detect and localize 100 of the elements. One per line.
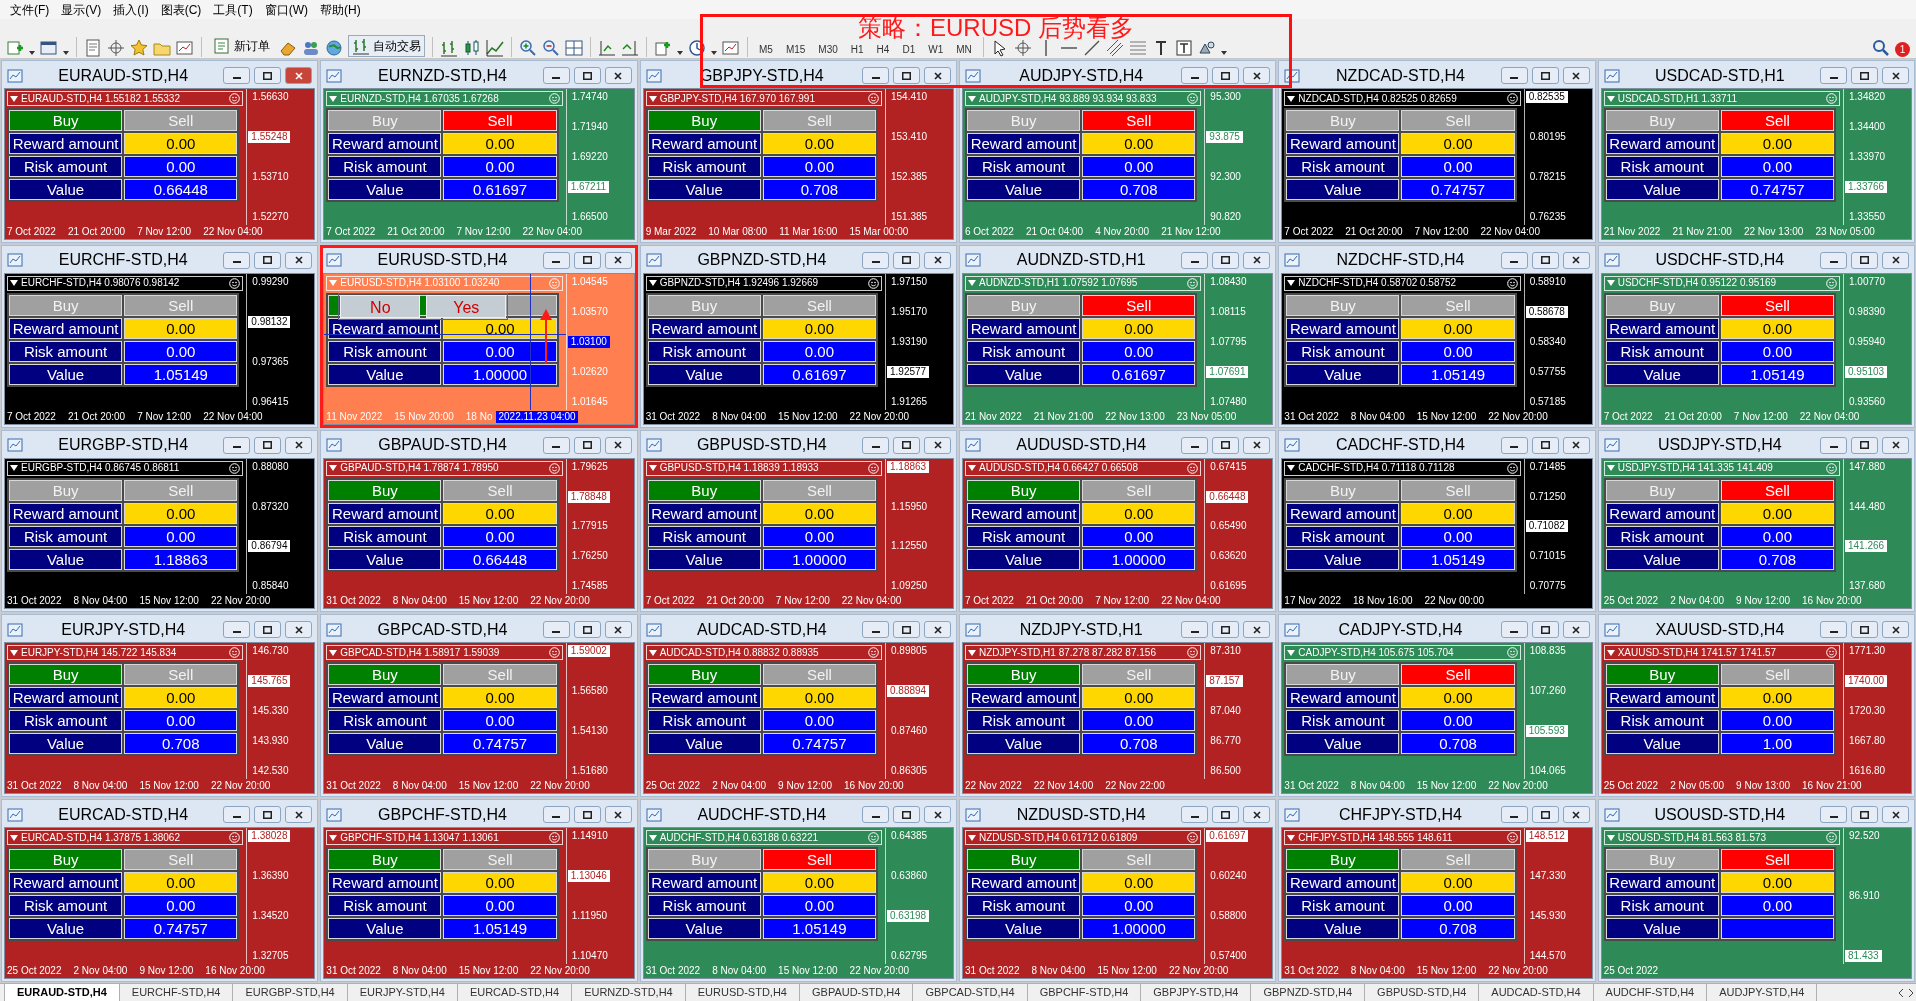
date-label: 18 Nov 16:00 (1353, 595, 1413, 608)
symbol-quote: EURAUD-STD,H4 1.55182 1.55332 (21, 92, 180, 105)
symbol-quote: XAUUSD-STD,H4 1741.57 1741.57 (1617, 646, 1777, 659)
field-label: Risk amount (647, 895, 761, 917)
symbol-quote: NZDCHF-STD,H4 0.58702 0.58752 (1298, 277, 1457, 290)
price-label: 1.56580 (570, 685, 609, 698)
field-label: Risk amount (1286, 895, 1400, 917)
window-title: EURUSD-STD,H4 (376, 250, 509, 271)
price-label: 1616.80 (1848, 765, 1887, 778)
date-label: 22 Nov 20:00 (1488, 410, 1548, 423)
price-label: 0.98390 (1848, 305, 1887, 318)
window-title: EURJPY-STD,H4 (60, 619, 187, 640)
field-label: Risk amount (1286, 340, 1400, 362)
date-label: 22 Nov 2022 (965, 780, 1022, 793)
price-label: 1.07480 (1209, 395, 1248, 408)
field-label: Reward amount (967, 317, 1081, 339)
date-label: 7 Oct 2022 (7, 410, 56, 423)
field-label: Value (1286, 918, 1400, 940)
field-label: Value (1605, 179, 1719, 200)
field-label: Reward amount (9, 317, 123, 339)
price-label: 0.57400 (1209, 950, 1248, 962)
field-label: Value (1605, 733, 1719, 755)
price-label: 0.87320 (251, 500, 290, 513)
symbol-quote: USDCHF-STD,H4 0.95122 0.95169 (1617, 277, 1777, 290)
date-label: 7 Nov 12:00 (137, 410, 192, 423)
date-label: 21 Nov 2022 (1603, 225, 1661, 238)
price-label: 154.410 (890, 91, 929, 103)
price-label: 1.02620 (570, 365, 609, 378)
date-label: 22 Nov 14:00 (1033, 780, 1094, 793)
field-label: Value (1286, 548, 1400, 570)
price-label: 1.15950 (890, 500, 929, 513)
field-label: Reward amount (967, 687, 1081, 709)
window-title: AUDNZD-STD,H1 (1015, 250, 1147, 271)
date-label: 21 Nov 21:00 (1672, 225, 1732, 238)
date-label: 9 Nov 12:00 (778, 780, 832, 793)
price-label: 1.71940 (570, 120, 609, 133)
price-label: 1.97150 (890, 275, 929, 288)
date-label: 7 Nov 12:00 (137, 225, 192, 238)
date-label: 2 Nov 04:00 (73, 965, 128, 977)
current-price-tag: 87.157 (1206, 675, 1243, 688)
date-label: 22 Nov 04:00 (841, 595, 902, 608)
price-label: 0.80195 (1528, 130, 1567, 143)
date-label: 7 Oct 2022 (1603, 410, 1653, 423)
current-price-tag: 1.55248 (248, 130, 291, 143)
date-label: 21 Oct 20:00 (1025, 595, 1084, 608)
price-label: 1.56630 (251, 91, 290, 103)
field-label: Reward amount (967, 872, 1081, 894)
current-price-tag: 1740.00 (1845, 675, 1888, 688)
price-label: 108.835 (1528, 645, 1567, 658)
date-label: 22 Nov 04:00 (1799, 410, 1860, 423)
date-label: 15 Nov 20:00 (394, 410, 454, 423)
price-label: 1667.80 (1848, 735, 1887, 748)
price-label: 1.34400 (1848, 120, 1887, 133)
field-label: Reward amount (1605, 872, 1719, 894)
symbol-quote: GBPNZD-STD,H4 1.92496 1.92669 (659, 277, 819, 290)
date-label: 7 Nov 12:00 (456, 225, 511, 238)
date-label: 22 Nov 20:00 (849, 410, 910, 423)
date-label: 22 Nov 13:00 (1743, 225, 1804, 238)
price-label: 1.76250 (570, 550, 609, 563)
symbol-quote: EURGBP-STD,H4 0.86745 0.86811 (21, 462, 180, 475)
field-label: Risk amount (647, 710, 761, 732)
date-label: 16 Nov 20:00 (1802, 595, 1862, 608)
field-label: Value (647, 548, 761, 570)
price-label: 0.65490 (1209, 520, 1248, 533)
price-label: 142.530 (251, 765, 290, 778)
price-label: 1.74585 (570, 580, 609, 593)
date-label: 15 Nov 12:00 (1416, 965, 1477, 977)
price-label: 0.71015 (1528, 550, 1567, 563)
window-title: GBPAUD-STD,H4 (377, 435, 508, 456)
current-price-tag: 1.13046 (567, 870, 610, 883)
date-label: 15 Nov 12:00 (458, 780, 519, 793)
date-label: 22 Nov 04:00 (203, 410, 263, 423)
field-label: Risk amount (1286, 710, 1400, 732)
date-label: 21 Oct 20:00 (1664, 410, 1722, 423)
date-label: 7 Oct 2022 (326, 225, 376, 238)
field-label: Risk amount (647, 340, 761, 362)
field-label: Reward amount (1605, 502, 1719, 524)
price-label: 107.260 (1528, 685, 1567, 698)
date-label: 22 Nov 20:00 (849, 965, 910, 977)
price-label: 104.065 (1528, 765, 1567, 778)
price-label: 143.930 (251, 735, 290, 748)
field-label: Risk amount (9, 895, 123, 917)
date-label: 8 Nov 04:00 (1350, 410, 1405, 423)
symbol-quote: USDJPY-STD,H4 141.335 141.409 (1617, 462, 1773, 475)
date-label: 16 Nov 20:00 (844, 780, 904, 793)
date-label: 31 Oct 2022 (645, 410, 701, 423)
date-label: 31 Oct 2022 (326, 965, 381, 977)
date-label: 22 Nov 20:00 (530, 780, 590, 793)
date-label: 8 Nov 04:00 (712, 410, 767, 423)
window-title: GBPNZD-STD,H4 (696, 250, 828, 271)
date-label: 4 Nov 20:00 (1095, 225, 1150, 238)
date-label: 15 Nov 12:00 (139, 780, 199, 793)
field-label: Value (967, 733, 1081, 755)
price-label: 0.93560 (1848, 395, 1887, 408)
price-label: 0.85840 (251, 580, 290, 593)
field-label: Risk amount (328, 710, 442, 732)
date-label: 31 Oct 2022 (1284, 965, 1339, 977)
price-label: 1.10470 (570, 950, 609, 962)
field-label: Value (647, 733, 761, 755)
price-label: 0.96415 (251, 395, 290, 408)
